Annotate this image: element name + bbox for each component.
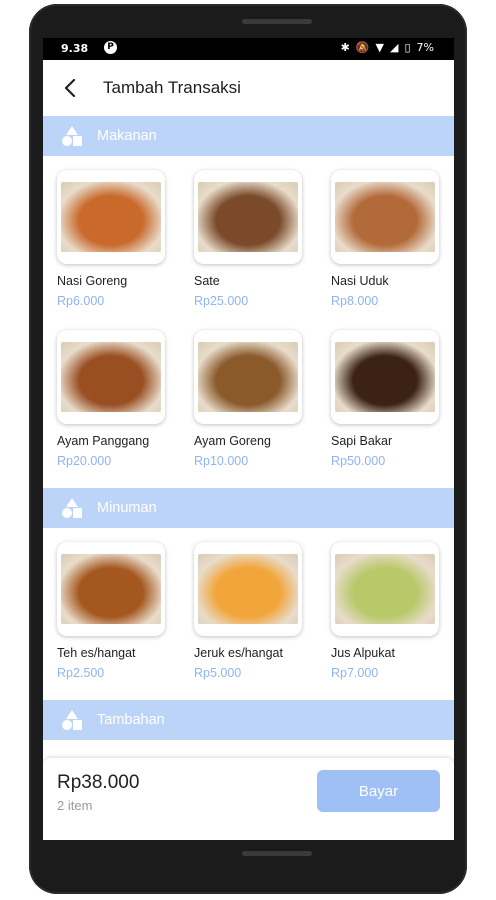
- status-time: 9.38: [61, 42, 89, 55]
- speaker-grille: [242, 19, 312, 24]
- section-title: Makanan: [97, 128, 157, 144]
- product-price: Rp5.000: [194, 666, 242, 680]
- product-grid: Teh es/hangat Rp2.500 Jeruk es/hangat Rp5.0…: [43, 528, 454, 700]
- wifi-icon: ▼: [375, 41, 385, 54]
- product-photo: [198, 554, 298, 624]
- product-price: Rp50.000: [331, 454, 386, 468]
- product-image: [57, 330, 165, 424]
- product-image: [194, 542, 302, 636]
- product-card[interactable]: Nasi Uduk Rp8.000: [331, 170, 441, 308]
- product-image: [331, 170, 439, 264]
- product-card[interactable]: Jeruk es/hangat Rp5.000: [194, 542, 304, 680]
- product-image: [194, 170, 302, 264]
- page-title: Tambah Transaksi: [103, 78, 241, 97]
- chevron-left-icon: [64, 78, 76, 98]
- checkout-bar: Rp38.000 2 item Bayar: [43, 758, 454, 840]
- product-card[interactable]: Jus Alpukat Rp7.000: [331, 542, 441, 680]
- product-name: Sapi Bakar: [331, 434, 393, 448]
- back-button[interactable]: [57, 75, 83, 101]
- product-name: Ayam Panggang: [57, 434, 150, 448]
- product-image: [57, 542, 165, 636]
- product-photo: [335, 554, 435, 624]
- section-header: Minuman: [43, 488, 454, 528]
- section-header: Makanan: [43, 116, 454, 156]
- signal-icon: ◢: [390, 41, 399, 54]
- category-shapes-icon: [62, 498, 82, 518]
- pay-button[interactable]: Bayar: [317, 770, 440, 812]
- section-header: Tambahan: [43, 700, 454, 740]
- product-name: Jus Alpukat: [331, 646, 395, 660]
- product-image: [57, 170, 165, 264]
- product-image: [194, 330, 302, 424]
- section-title: Tambahan: [97, 712, 165, 728]
- app-bar: Tambah Transaksi: [43, 60, 454, 116]
- product-card[interactable]: Ayam Goreng Rp10.000: [194, 330, 304, 468]
- product-card[interactable]: Ayam Panggang Rp20.000: [57, 330, 167, 468]
- product-name: Ayam Goreng: [194, 434, 271, 448]
- app-screen: 9.38 P ✱ 🔕 ▼ ◢ ▯ 7% Tambah Transaksi Mak…: [43, 38, 454, 840]
- product-card[interactable]: Sapi Bakar Rp50.000: [331, 330, 441, 468]
- app-notification-icon: P: [104, 41, 117, 54]
- status-bar: 9.38 P ✱ 🔕 ▼ ◢ ▯ 7%: [43, 38, 454, 60]
- product-photo: [198, 182, 298, 252]
- product-image: [331, 330, 439, 424]
- battery-icon: ▯: [404, 41, 411, 54]
- product-grid: Nasi Goreng Rp6.000 Sate Rp25.000 Nasi Uduk R…: [43, 156, 454, 488]
- category-shapes-icon: [62, 710, 82, 730]
- product-photo: [61, 342, 161, 412]
- bluetooth-icon: ✱: [340, 41, 350, 54]
- product-price: Rp10.000: [194, 454, 249, 468]
- product-price: Rp2.500: [57, 666, 105, 680]
- item-count: 2 item: [57, 798, 93, 813]
- product-name: Nasi Goreng: [57, 274, 128, 288]
- total-amount: Rp38.000: [57, 772, 140, 793]
- product-card[interactable]: Sate Rp25.000: [194, 170, 304, 308]
- product-photo: [198, 342, 298, 412]
- product-card[interactable]: Nasi Goreng Rp6.000: [57, 170, 167, 308]
- product-price: Rp6.000: [57, 294, 105, 308]
- product-photo: [335, 342, 435, 412]
- product-name: Teh es/hangat: [57, 646, 136, 660]
- product-list: Makanan Nasi Goreng Rp6.000 Sate Rp25.000 Nas…: [43, 116, 454, 740]
- battery-percent: 7%: [416, 41, 434, 54]
- product-price: Rp7.000: [331, 666, 379, 680]
- product-photo: [61, 554, 161, 624]
- product-name: Sate: [194, 274, 220, 288]
- product-card[interactable]: Teh es/hangat Rp2.500: [57, 542, 167, 680]
- product-price: Rp8.000: [331, 294, 379, 308]
- product-image: [331, 542, 439, 636]
- product-price: Rp20.000: [57, 454, 112, 468]
- mute-icon: 🔕: [355, 41, 370, 54]
- product-photo: [61, 182, 161, 252]
- product-photo: [335, 182, 435, 252]
- category-shapes-icon: [62, 126, 82, 146]
- home-indicator: [242, 851, 312, 856]
- status-icons: ✱ 🔕 ▼ ◢ ▯ 7%: [341, 42, 434, 54]
- product-name: Jeruk es/hangat: [194, 646, 283, 660]
- section-title: Minuman: [97, 500, 157, 516]
- product-name: Nasi Uduk: [331, 274, 389, 288]
- product-price: Rp25.000: [194, 294, 249, 308]
